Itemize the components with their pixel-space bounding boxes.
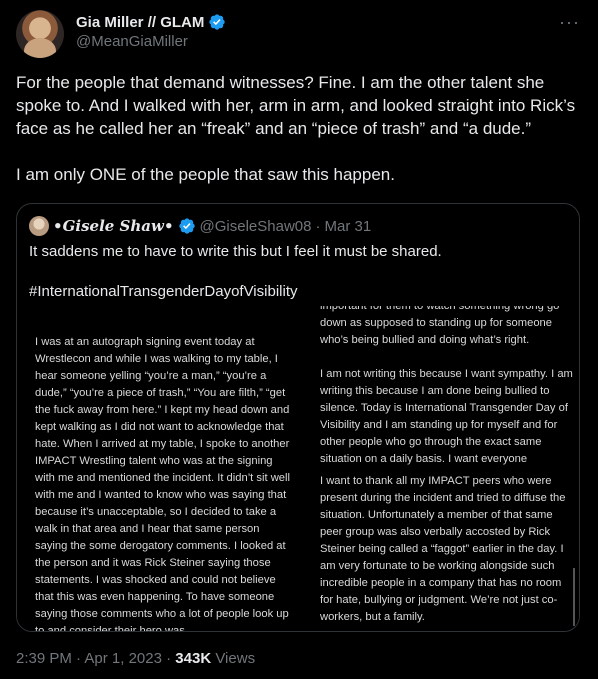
statement-text: I was at an autograph signing event toda…: [35, 336, 290, 632]
tweet-date[interactable]: Apr 1, 2023: [84, 650, 162, 667]
quoted-author-name-text: Gisele Shaw: [62, 217, 164, 235]
statement-image-top-right: important for them to watch something wr…: [320, 306, 575, 468]
quoted-tweet-text: It saddens me to have to write this but …: [29, 242, 569, 302]
verified-badge-icon: [209, 14, 226, 30]
quoted-tweet-media[interactable]: I was at an autograph signing event toda…: [17, 306, 579, 632]
author-display-name[interactable]: Gia Miller // GLAM: [76, 14, 204, 31]
quoted-tweet[interactable]: •Gisele Shaw• @GiseleShaw08 · Mar 31 It …: [16, 203, 580, 632]
separator-dot: ·: [76, 650, 82, 667]
quoted-author-handle[interactable]: @GiseleShaw08: [200, 218, 312, 235]
tweet-header: Gia Miller // GLAM @MeanGiaMiller ···: [16, 10, 582, 62]
separator-dot: ·: [315, 217, 321, 235]
author-handle[interactable]: @MeanGiaMiller: [76, 33, 188, 50]
hashtag-link[interactable]: #InternationalTransgenderDayofVisibility: [29, 282, 569, 302]
tweet-text: For the people that demand witnesses? Fi…: [16, 71, 576, 186]
statement-text: I want to thank all my IMPACT peers who …: [320, 475, 566, 623]
tweet-paragraph: For the people that demand witnesses? Fi…: [16, 73, 576, 138]
tweet-time[interactable]: 2:39 PM: [16, 650, 72, 667]
more-options-icon[interactable]: ···: [559, 12, 580, 33]
name-decoration: •: [163, 217, 174, 235]
quoted-tweet-date[interactable]: Mar 31: [324, 218, 371, 235]
statement-image-left: I was at an autograph signing event toda…: [35, 334, 293, 632]
statement-text: important for them to watch something wr…: [320, 306, 560, 346]
statement-images-right: important for them to watch something wr…: [320, 306, 578, 631]
quoted-author-display-name[interactable]: •Gisele Shaw•: [53, 217, 174, 235]
tweet-meta: 2:39 PM · Apr 1, 2023 · 343K Views: [16, 650, 255, 667]
quoted-paragraph: It saddens me to have to write this but …: [29, 243, 442, 260]
image-scrollbar: [573, 568, 575, 626]
tweet-paragraph: I am only ONE of the people that saw thi…: [16, 165, 395, 184]
name-decoration: •: [53, 217, 63, 235]
views-label: Views: [215, 650, 256, 667]
quoted-author-avatar[interactable]: [29, 216, 49, 236]
separator-dot: ·: [166, 650, 172, 667]
statement-text: I am not writing this because I want sym…: [320, 368, 573, 465]
quoted-tweet-header: •Gisele Shaw• @GiseleShaw08 · Mar 31: [29, 216, 371, 236]
views-count: 343K: [175, 650, 212, 667]
author-avatar[interactable]: [16, 10, 64, 58]
statement-image-bottom-right: I want to thank all my IMPACT peers who …: [320, 473, 575, 626]
verified-badge-icon: [178, 218, 195, 234]
author-name-row: Gia Miller // GLAM: [76, 13, 226, 31]
